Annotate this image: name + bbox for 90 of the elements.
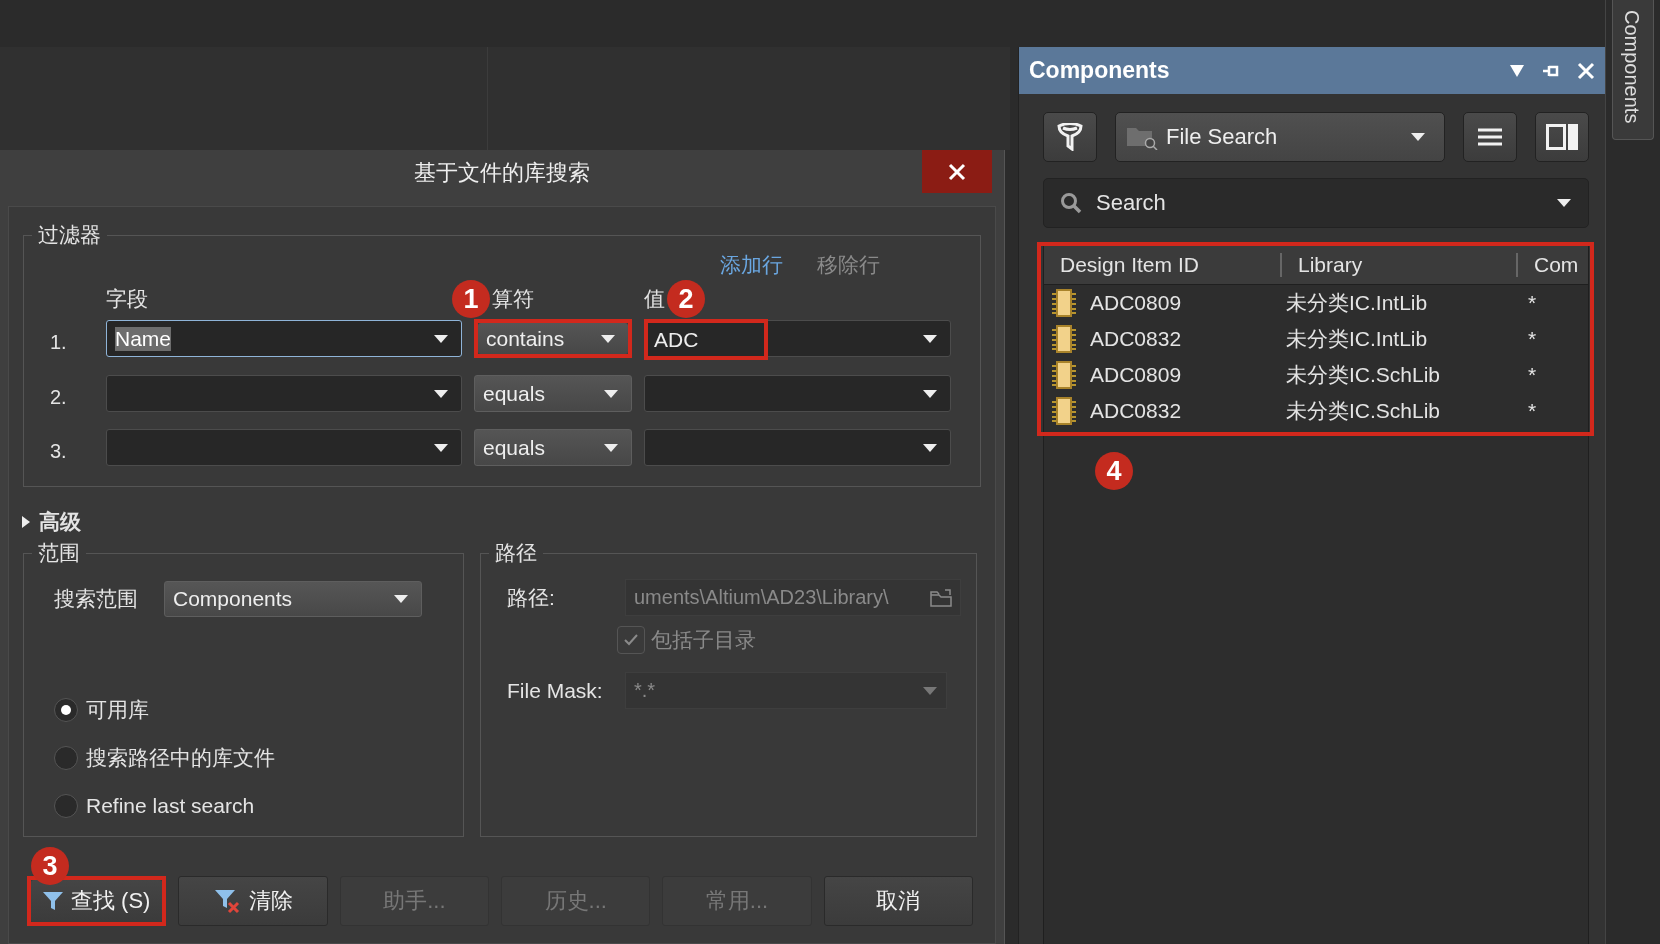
check-icon [623, 633, 639, 647]
menu-button[interactable] [1463, 112, 1517, 162]
filter-button[interactable] [1043, 112, 1097, 162]
chip-icon [1050, 289, 1078, 317]
close-button[interactable] [922, 150, 992, 193]
table-cell-text: * [1527, 399, 1538, 423]
caret-icon [922, 333, 938, 344]
radio-label[interactable]: 可用库 [86, 696, 149, 724]
link-button[interactable]: 添加行 [720, 251, 783, 279]
table-cell-text: 未分类IC.SchLib [1285, 362, 1442, 388]
close-icon [1577, 61, 1595, 80]
number-badge: 1 [452, 280, 490, 318]
caret-icon [603, 442, 619, 453]
menu-icon [1477, 128, 1503, 146]
table-cell: ADC0832 [1090, 327, 1182, 351]
radio-button[interactable] [54, 698, 78, 722]
column-header: 算符 [492, 286, 534, 312]
filter-clear-icon [213, 888, 242, 914]
group-title: 路径 [494, 540, 538, 566]
caret-icon [922, 442, 938, 453]
scope-dropdown[interactable]: Components [164, 581, 422, 617]
radio-button[interactable] [54, 794, 78, 818]
panel-layout-icon [1546, 124, 1578, 150]
number-badge: 3 [31, 847, 69, 885]
action-button[interactable]: 取消 [823, 876, 974, 926]
highlight-frame: ADC [644, 319, 768, 360]
field-dropdown[interactable] [106, 375, 462, 412]
panel-title: Components [1029, 57, 1171, 84]
radio-label[interactable]: Refine last search [86, 794, 255, 818]
table-cell-text: 未分类IC.IntLib [1285, 326, 1429, 352]
action-button[interactable]: 清除 [178, 876, 328, 926]
table-cell: ADC0809 [1090, 363, 1182, 387]
table-cell-text: 未分类IC.SchLib [1285, 398, 1442, 424]
table-cell-text: * [1527, 327, 1538, 351]
field-label: 搜索范围 [54, 586, 138, 612]
row-number: 1. [49, 330, 68, 354]
caret-icon [433, 442, 449, 453]
checkbox-label: 包括子目录 [651, 627, 756, 653]
column-header[interactable]: Library [1280, 253, 1516, 277]
caret-icon [433, 333, 449, 344]
panel-tab[interactable]: Components [1612, 0, 1654, 140]
operator-dropdown[interactable]: contains [478, 323, 628, 354]
column-header[interactable]: Com [1516, 253, 1588, 277]
number-badge: 2 [667, 280, 705, 318]
radio-label[interactable]: 搜索路径中的库文件 [86, 744, 275, 772]
caret-icon [600, 333, 616, 344]
window-title: 基于文件的库搜索 [414, 159, 590, 187]
caret-icon [1556, 198, 1572, 208]
dropdown-icon [1509, 63, 1525, 78]
value-dropdown[interactable]: ADC [644, 320, 951, 357]
source-dropdown[interactable]: File Search [1115, 112, 1445, 162]
caret-icon [433, 388, 449, 399]
group-title: 范围 [37, 540, 81, 566]
chip-icon [1050, 361, 1078, 389]
field-label: 路径: [507, 584, 556, 611]
table-cell: ADC0832 [1090, 399, 1182, 423]
search-field[interactable]: Search [1043, 178, 1589, 228]
section-toggle[interactable]: 高级 [39, 508, 81, 536]
caret-icon [922, 685, 938, 696]
caret-icon [922, 388, 938, 399]
search-icon [1060, 192, 1082, 214]
table-cell-text: * [1527, 291, 1538, 315]
table-cell-text: 未分类IC.IntLib [1285, 290, 1429, 316]
table-cell: ADC0809 [1090, 291, 1182, 315]
field-dropdown[interactable] [106, 429, 462, 466]
column-header[interactable]: Design Item ID [1044, 253, 1280, 277]
chip-icon [1050, 325, 1078, 353]
row-number: 2. [49, 385, 68, 409]
folder-icon [930, 588, 952, 607]
caret-icon [1410, 132, 1426, 142]
column-header: 字段 [106, 286, 148, 312]
column-header: 值 [644, 286, 665, 312]
group-title: 过滤器 [37, 222, 102, 248]
value-dropdown[interactable] [644, 429, 951, 466]
close-icon [947, 161, 967, 182]
chip-icon [1050, 397, 1078, 425]
operator-dropdown[interactable]: equals [474, 375, 632, 412]
caret-icon [603, 388, 619, 399]
filter-icon [1057, 123, 1083, 151]
table-cell-text: * [1527, 363, 1538, 387]
path-field[interactable]: uments\Altium\AD23\Library\ [625, 579, 961, 616]
value-dropdown[interactable] [644, 375, 951, 412]
row-number: 3. [49, 439, 68, 463]
radio-button[interactable] [54, 746, 78, 770]
operator-dropdown[interactable]: equals [474, 429, 632, 466]
layout-button[interactable] [1535, 112, 1589, 162]
caret-icon [393, 594, 409, 604]
filter-icon [42, 892, 63, 910]
field-dropdown[interactable]: Name [106, 320, 462, 357]
mask-dropdown[interactable]: *.* [625, 672, 947, 709]
